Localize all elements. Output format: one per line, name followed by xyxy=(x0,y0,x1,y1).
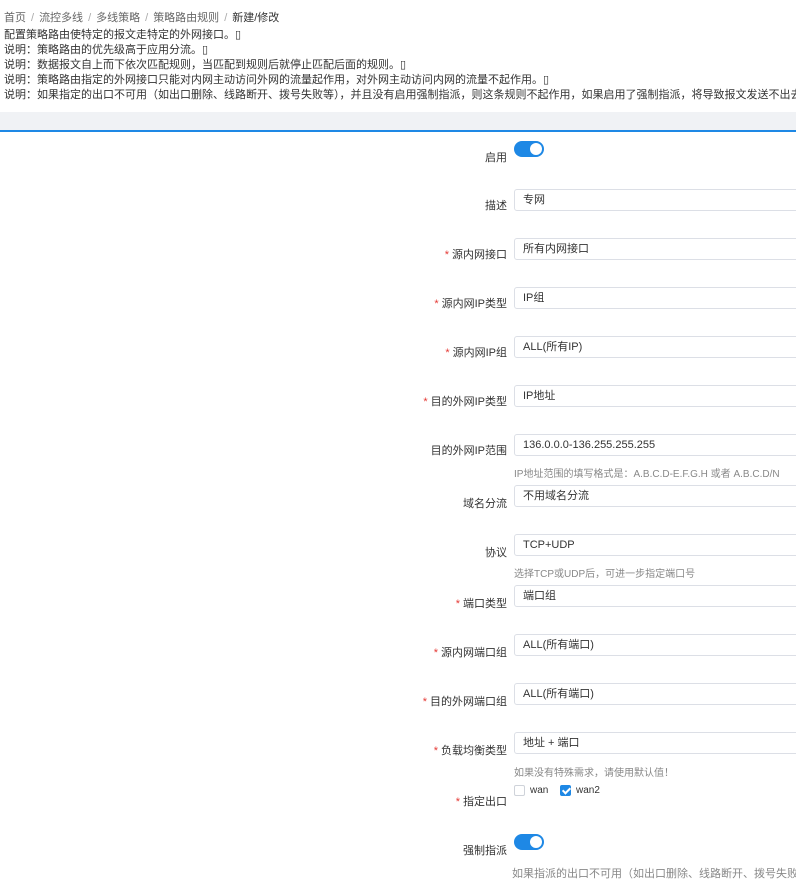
required-mark: * xyxy=(455,796,460,808)
description-input[interactable]: 专网 xyxy=(514,189,796,211)
src-interface-label: * 源内网接口 xyxy=(445,246,507,262)
note-line: 说明：策略路由的优先级高于应用分流。▯ xyxy=(4,44,209,56)
dst-ip-range-hint: IP地址范围的填写格式是：A.B.C.D-E.F.G.H 或者 A.B.C.D/… xyxy=(514,469,780,480)
dst-ip-type-select[interactable]: IP地址 xyxy=(514,385,796,407)
required-mark: * xyxy=(445,347,450,359)
enable-label: 启用 xyxy=(485,152,507,164)
required-mark: * xyxy=(423,396,428,408)
label-text: 端口类型 xyxy=(463,598,507,610)
force-switch[interactable] xyxy=(514,834,544,850)
protocol-select[interactable]: TCP+UDP xyxy=(514,534,796,556)
required-mark: * xyxy=(433,745,438,757)
port-type-label: * 端口类型 xyxy=(456,595,507,611)
force-label: 强制指派 xyxy=(463,845,507,857)
dst-ip-range-input[interactable]: 136.0.0.0-136.255.255.255 xyxy=(514,434,796,456)
breadcrumb-rules[interactable]: 策略路由规则 xyxy=(153,12,219,24)
label-text: 目的外网IP类型 xyxy=(430,396,507,408)
form-header-bar xyxy=(0,112,796,132)
note-line: 配置策略路由使特定的报文走特定的外网接口。▯ xyxy=(4,29,242,41)
label-text: 指定出口 xyxy=(463,796,507,808)
exit-label: * 指定出口 xyxy=(456,793,507,809)
src-interface-select[interactable]: 所有内网接口 xyxy=(514,238,796,260)
port-type-select[interactable]: 端口组 xyxy=(514,585,796,607)
required-mark: * xyxy=(433,647,438,659)
protocol-hint: 选择TCP或UDP后，可进一步指定端口号 xyxy=(514,569,696,580)
label-text: 源内网端口组 xyxy=(441,647,507,659)
required-mark: * xyxy=(444,249,449,261)
label-text: 负载均衡类型 xyxy=(441,745,507,757)
note-line: 说明：数据报文自上而下依次匹配规则，当匹配到规则后就停止匹配后面的规则。▯ xyxy=(4,59,407,71)
protocol-label: 协议 xyxy=(485,547,507,559)
breadcrumb-separator: / xyxy=(224,12,228,24)
src-ip-group-select[interactable]: ALL(所有IP) xyxy=(514,336,796,358)
label-text: 源内网接口 xyxy=(452,249,507,261)
switch-knob xyxy=(530,836,542,848)
exit-wan2-label[interactable]: wan2 xyxy=(576,785,600,796)
force-hint: 如果指派的出口不可用（如出口删除、线路断开、拨号失败等）， xyxy=(512,868,796,880)
exit-wan-label[interactable]: wan xyxy=(530,785,548,796)
required-mark: * xyxy=(434,298,439,310)
label-text: 源内网IP组 xyxy=(452,347,507,359)
exit-wan2-checkbox[interactable] xyxy=(560,785,571,796)
note-line: 说明：策略路由指定的外网接口只能对内网主动访问外网的流量起作用，对外网主动访问内… xyxy=(4,74,550,86)
breadcrumb-multiline[interactable]: 流控多线 xyxy=(39,12,83,24)
breadcrumb-separator: / xyxy=(88,12,92,24)
label-text: 目的外网端口组 xyxy=(430,696,507,708)
domain-split-select[interactable]: 不用域名分流 xyxy=(514,485,796,507)
required-mark: * xyxy=(422,696,427,708)
note-line: 说明：如果指定的出口不可用（如出口删除、线路断开、拨号失败等），并且没有启用强制… xyxy=(4,89,796,101)
dst-port-group-select[interactable]: ALL(所有端口) xyxy=(514,683,796,705)
switch-knob xyxy=(530,143,542,155)
src-ip-type-label: * 源内网IP类型 xyxy=(434,295,507,311)
notes: 配置策略路由使特定的报文走特定的外网接口。▯ 说明：策略路由的优先级高于应用分流… xyxy=(4,28,796,103)
breadcrumb-separator: / xyxy=(31,12,35,24)
src-port-group-label: * 源内网端口组 xyxy=(434,644,507,660)
breadcrumb: 首页 / 流控多线 / 多线策略 / 策略路由规则 / 新建/修改 xyxy=(4,9,279,25)
exit-wan-checkbox[interactable] xyxy=(514,785,525,796)
label-text: 源内网IP类型 xyxy=(441,298,507,310)
lb-type-select[interactable]: 地址 + 端口 xyxy=(514,732,796,754)
breadcrumb-strategy[interactable]: 多线策略 xyxy=(96,12,140,24)
description-label: 描述 xyxy=(485,200,507,212)
enable-switch[interactable] xyxy=(514,141,544,157)
domain-split-label: 域名分流 xyxy=(463,498,507,510)
breadcrumb-home[interactable]: 首页 xyxy=(4,12,26,24)
src-ip-type-select[interactable]: IP组 xyxy=(514,287,796,309)
src-port-group-select[interactable]: ALL(所有端口) xyxy=(514,634,796,656)
required-mark: * xyxy=(455,598,460,610)
dst-ip-range-label: 目的外网IP范围 xyxy=(430,445,507,457)
breadcrumb-current: 新建/修改 xyxy=(232,12,280,24)
breadcrumb-separator: / xyxy=(145,12,149,24)
src-ip-group-label: * 源内网IP组 xyxy=(445,344,507,360)
dst-ip-type-label: * 目的外网IP类型 xyxy=(423,393,507,409)
dst-port-group-label: * 目的外网端口组 xyxy=(423,693,507,709)
lb-type-label: * 负载均衡类型 xyxy=(434,742,507,758)
lb-type-hint: 如果没有特殊需求，请使用默认值！ xyxy=(514,768,674,779)
